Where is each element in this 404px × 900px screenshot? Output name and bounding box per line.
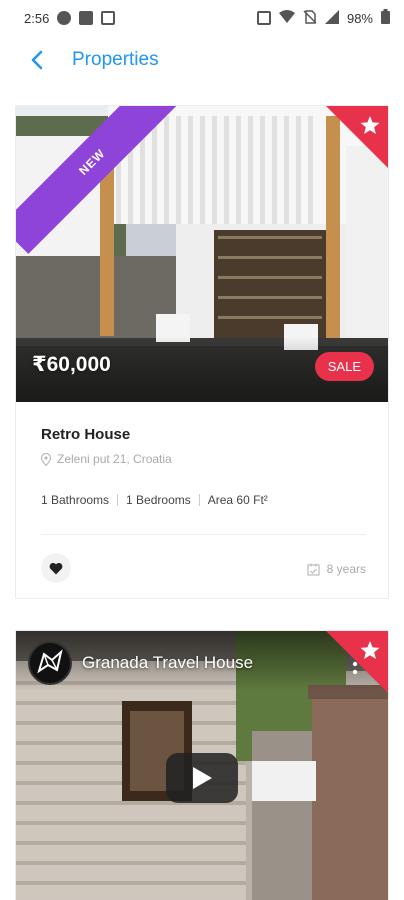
battery-icon — [381, 9, 390, 27]
age-text: 8 years — [326, 562, 366, 576]
screenshot-icon — [101, 11, 116, 25]
feature-bedrooms: 1 Bedrooms — [126, 493, 191, 507]
notification-icon — [57, 11, 72, 25]
play-icon — [193, 767, 212, 789]
features: 1 Bathrooms 1 Bedrooms Area 60 Ft² — [41, 493, 268, 507]
like-button[interactable] — [41, 553, 71, 583]
location-pin-icon — [41, 452, 51, 466]
divider — [41, 534, 366, 535]
gallery-icon — [79, 11, 94, 25]
back-arrow-icon[interactable] — [30, 46, 50, 74]
feature-separator — [117, 494, 119, 506]
ribbon-label: NEW — [76, 146, 108, 178]
video-title[interactable]: Granada Travel House — [82, 653, 253, 673]
feature-separator — [198, 494, 200, 506]
property-card[interactable]: NEW ₹60,000 SALE Retro House Zeleni put … — [16, 106, 388, 598]
wifi-icon — [278, 9, 295, 27]
status-bar: 2:56 98% — [0, 0, 404, 36]
page-title: Properties — [72, 49, 159, 70]
property-title[interactable]: Retro House — [41, 426, 130, 443]
no-sim-icon — [303, 9, 317, 27]
sale-badge: SALE — [314, 352, 374, 381]
app-header: Properties — [0, 36, 404, 84]
property-card[interactable]: Granada Travel House — [16, 631, 388, 900]
favorite-star-icon[interactable] — [326, 106, 388, 168]
feature-area: Area 60 Ft² — [207, 493, 268, 507]
card-details: Retro House Zeleni put 21, Croatia 1 Bat… — [16, 402, 388, 598]
signal-icon — [324, 9, 339, 27]
status-time: 2:56 — [24, 10, 50, 26]
channel-avatar[interactable] — [28, 641, 72, 685]
calendar-icon — [307, 563, 320, 576]
property-photo[interactable]: NEW ₹60,000 SALE — [16, 106, 388, 402]
vibrate-icon — [256, 11, 271, 25]
feature-bathrooms: 1 Bathrooms — [41, 493, 110, 507]
battery-level: 98% — [346, 10, 373, 26]
listing-age: 8 years — [307, 562, 366, 576]
price: ₹60,000 — [32, 353, 111, 376]
play-button[interactable] — [166, 753, 238, 803]
address-text: Zeleni put 21, Croatia — [57, 452, 172, 466]
heart-icon — [49, 562, 63, 574]
property-video[interactable]: Granada Travel House — [16, 631, 388, 900]
favorite-star-icon[interactable] — [326, 631, 388, 693]
address: Zeleni put 21, Croatia — [41, 452, 172, 466]
